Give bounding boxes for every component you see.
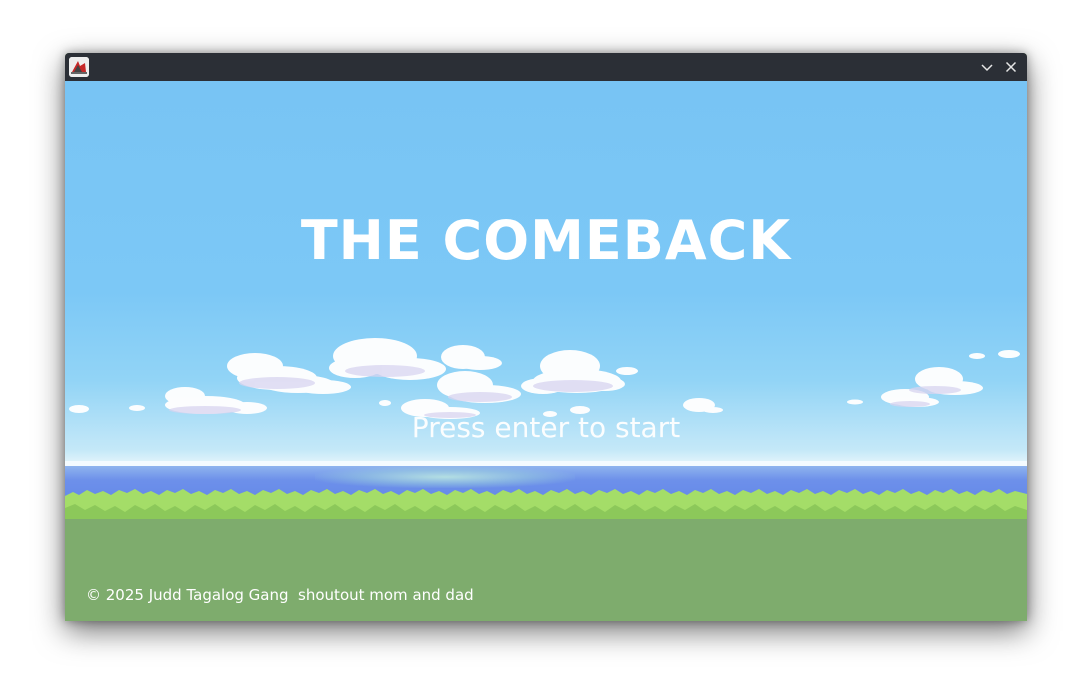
chevron-down-icon	[981, 64, 993, 72]
minimize-button[interactable]	[977, 57, 997, 77]
sea-reflection	[315, 466, 575, 488]
game-title: THE COMEBACK	[300, 209, 792, 272]
grass-field	[65, 519, 1027, 621]
game-app-icon	[69, 57, 89, 77]
close-icon	[1005, 61, 1017, 73]
game-canvas[interactable]: THE COMEBACK Press enter to start © 2025…	[65, 81, 1027, 621]
start-prompt: Press enter to start	[411, 411, 681, 444]
clouds	[69, 338, 1020, 419]
close-button[interactable]	[1001, 57, 1021, 77]
cloud	[847, 350, 1020, 407]
game-window: THE COMEBACK Press enter to start © 2025…	[65, 53, 1027, 621]
copyright-footer: © 2025 Judd Tagalog Gang shoutout mom an…	[86, 586, 474, 604]
window-titlebar[interactable]	[65, 53, 1027, 81]
grass-strip	[65, 489, 1027, 520]
